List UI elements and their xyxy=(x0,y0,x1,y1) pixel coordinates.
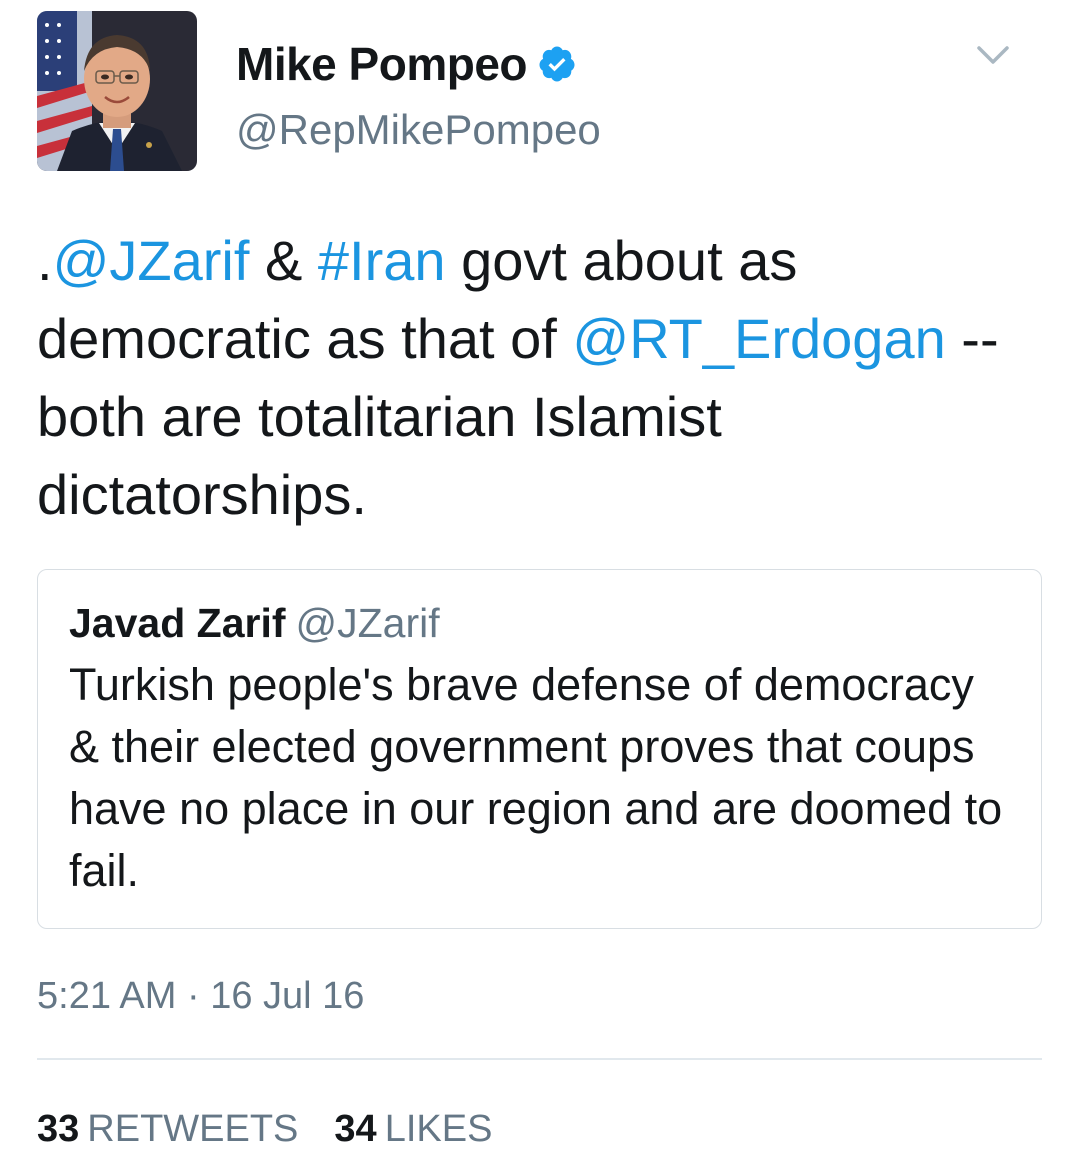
mention-link[interactable]: @RT_Erdogan xyxy=(572,307,945,370)
mention-link[interactable]: @JZarif xyxy=(53,229,250,292)
author-name-row[interactable]: Mike Pompeo xyxy=(236,36,577,92)
tweet-text-segment: & xyxy=(249,229,318,292)
tweet-text: .@JZarif & #Iran govt about as democrati… xyxy=(37,222,1047,534)
divider xyxy=(37,1058,1042,1060)
tweet-card: Mike Pompeo @RepMikePompeo .@JZarif & #I… xyxy=(0,0,1073,1168)
likes-count: 34 xyxy=(334,1108,377,1150)
quoted-author-handle: @JZarif xyxy=(295,600,440,646)
tweet-timestamp[interactable]: 5:21 AM · 16 Jul 16 xyxy=(37,975,364,1018)
quoted-tweet-text: Turkish people's brave defense of democr… xyxy=(69,659,1003,896)
retweets-count: 33 xyxy=(37,1108,80,1150)
quoted-tweet[interactable]: Javad Zarif @JZarif Turkish people's brav… xyxy=(37,569,1042,929)
verified-badge-icon xyxy=(537,44,577,84)
author-display-name[interactable]: Mike Pompeo xyxy=(236,37,528,91)
author-avatar[interactable] xyxy=(37,11,197,171)
hashtag-link[interactable]: #Iran xyxy=(318,229,446,292)
tweet-stats: 33 RETWEETS 34 LIKES xyxy=(37,1108,492,1151)
retweets-label: RETWEETS xyxy=(87,1108,299,1150)
retweets-stat[interactable]: 33 RETWEETS xyxy=(37,1108,298,1151)
author-handle[interactable]: @RepMikePompeo xyxy=(236,106,601,154)
tweet-text-segment: . xyxy=(37,229,53,292)
quoted-tweet-header: Javad Zarif @JZarif xyxy=(69,600,440,647)
chevron-down-icon[interactable] xyxy=(973,40,1013,70)
likes-label: LIKES xyxy=(384,1108,493,1150)
likes-stat[interactable]: 34 LIKES xyxy=(334,1108,492,1151)
quoted-author-name: Javad Zarif xyxy=(69,600,286,646)
